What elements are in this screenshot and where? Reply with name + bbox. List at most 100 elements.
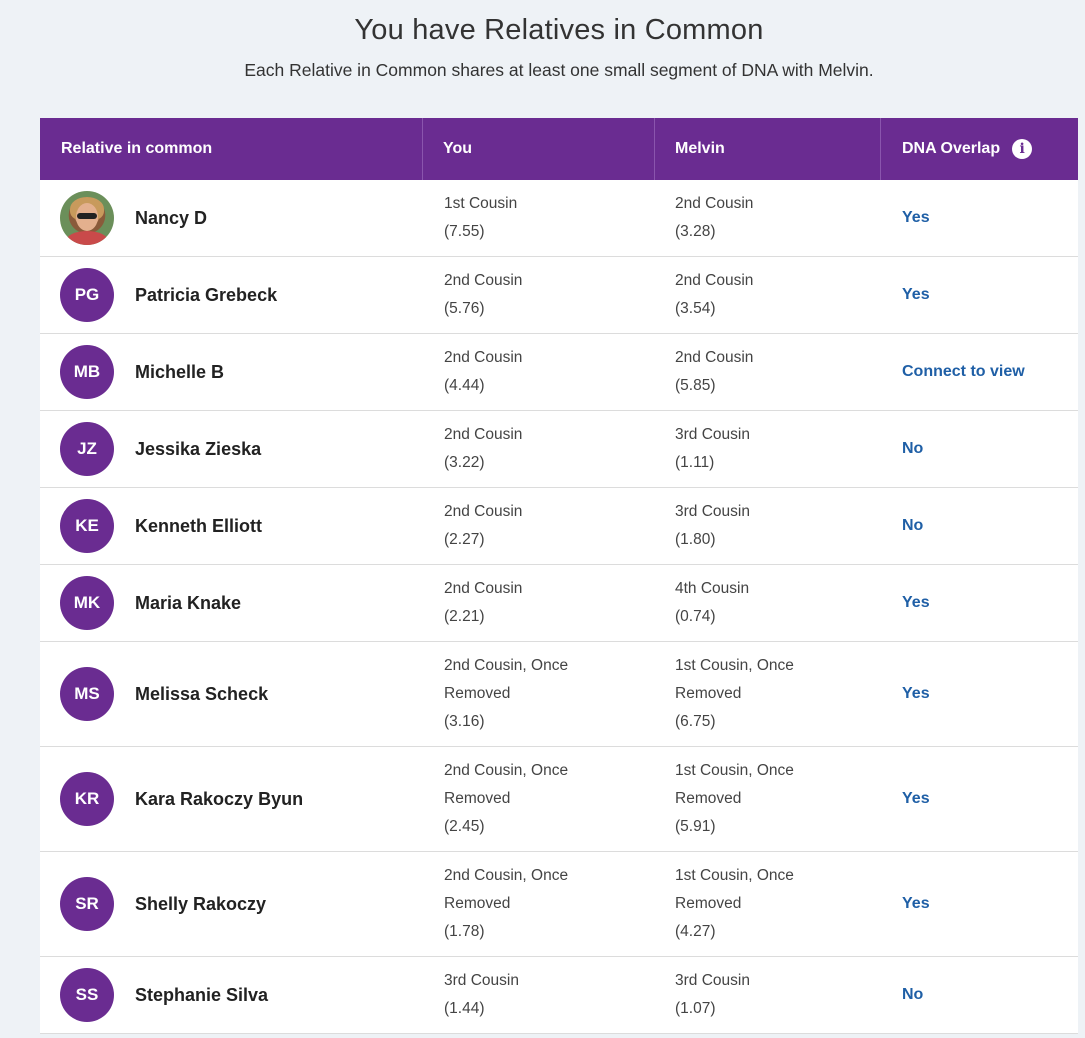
dna-overlap-cell: Yes <box>881 257 1078 333</box>
relationship-line: (3.28) <box>675 223 716 240</box>
relative-cell: JZ Jessika Zieska <box>40 411 423 487</box>
relationship-line: 2nd Cousin <box>444 349 523 366</box>
relationship-to-melvin: 2nd Cousin (3.54) <box>655 257 881 333</box>
avatar-initials[interactable]: JZ <box>60 422 114 476</box>
dna-overlap-link[interactable]: Yes <box>902 790 930 808</box>
relationship-line: 3rd Cousin <box>444 972 519 989</box>
table-row[interactable]: KR Kara Rakoczy Byun 2nd Cousin, Once Remov… <box>40 747 1078 852</box>
relative-name[interactable]: Shelly Rakoczy <box>135 894 266 915</box>
page-subtitle: Each Relative in Common shares at least … <box>244 60 874 80</box>
table-row[interactable]: SS Stephanie Silva 3rd Cousin (1.44) 3rd Cou… <box>40 957 1078 1034</box>
avatar-photo[interactable] <box>60 191 114 245</box>
relationship-to-you: 2nd Cousin (4.44) <box>423 334 655 410</box>
table-row[interactable]: KE Kenneth Elliott 2nd Cousin (2.27) 3rd Cou… <box>40 488 1078 565</box>
avatar-initials[interactable]: MB <box>60 345 114 399</box>
dna-overlap-cell: Yes <box>881 852 1078 956</box>
relationship-line: 3rd Cousin <box>675 426 750 443</box>
avatar-initials[interactable]: KR <box>60 772 114 826</box>
avatar-initials[interactable]: KE <box>60 499 114 553</box>
relationship-line: 2nd Cousin <box>444 272 523 289</box>
relative-name[interactable]: Patricia Grebeck <box>135 285 277 306</box>
relative-cell: MB Michelle B <box>40 334 423 410</box>
table-row[interactable]: SR Shelly Rakoczy 2nd Cousin, Once Removed (… <box>40 852 1078 957</box>
relationship-line: 3rd Cousin <box>675 972 750 989</box>
dna-overlap-link[interactable]: No <box>902 517 923 535</box>
table-row[interactable]: MB Michelle B 2nd Cousin (4.44) 2nd Cousin (5… <box>40 334 1078 411</box>
dna-overlap-link[interactable]: Yes <box>902 895 930 913</box>
relative-cell: Nancy D <box>40 180 423 256</box>
relationship-line: (2.45) <box>444 818 485 835</box>
relationship-line: (1.80) <box>675 531 716 548</box>
info-icon[interactable]: i <box>1012 139 1033 159</box>
dna-overlap-link[interactable]: Connect to view <box>902 363 1025 381</box>
dna-overlap-link[interactable]: Yes <box>902 594 930 612</box>
relationship-line: (1.07) <box>675 1000 716 1017</box>
relative-name[interactable]: Kenneth Elliott <box>135 516 262 537</box>
relationship-line: 1st Cousin, Once <box>675 657 794 674</box>
table-row[interactable]: PG Patricia Grebeck 2nd Cousin (5.76) 2nd Co… <box>40 257 1078 334</box>
relative-name[interactable]: Stephanie Silva <box>135 985 268 1006</box>
relationship-line: 2nd Cousin <box>444 580 523 597</box>
column-label: DNA Overlap <box>902 140 1001 157</box>
relationship-to-you: 2nd Cousin, Once Removed (1.78) <box>423 852 655 956</box>
relative-name[interactable]: Jessika Zieska <box>135 439 261 460</box>
column-label: Relative in common <box>61 140 213 157</box>
dna-overlap-cell: No <box>881 411 1078 487</box>
dna-overlap-link[interactable]: No <box>902 440 923 458</box>
relationship-line: (5.85) <box>675 377 716 394</box>
relationship-line: (1.78) <box>444 923 485 940</box>
relative-cell: KE Kenneth Elliott <box>40 488 423 564</box>
column-header-relative[interactable]: Relative in common <box>40 118 423 180</box>
relative-name[interactable]: Melissa Scheck <box>135 684 268 705</box>
relationship-line: (7.55) <box>444 223 485 240</box>
relationship-line: 4th Cousin <box>675 580 750 597</box>
dna-overlap-link[interactable]: Yes <box>902 286 930 304</box>
dna-overlap-cell: Yes <box>881 565 1078 641</box>
dna-overlap-link[interactable]: Yes <box>902 685 930 703</box>
relationship-to-you: 1st Cousin (7.55) <box>423 180 655 256</box>
relative-cell: KR Kara Rakoczy Byun <box>40 747 423 851</box>
table-row[interactable]: MS Melissa Scheck 2nd Cousin, Once Removed (… <box>40 642 1078 747</box>
relationship-line: (5.76) <box>444 300 485 317</box>
avatar-initials[interactable]: SS <box>60 968 114 1022</box>
relationship-line: 2nd Cousin <box>675 272 754 289</box>
avatar-initials[interactable]: SR <box>60 877 114 931</box>
table-row[interactable]: JZ Jessika Zieska 2nd Cousin (3.22) 3rd Cous… <box>40 411 1078 488</box>
relationship-line: Removed <box>444 790 511 807</box>
relationship-line: (3.16) <box>444 713 485 730</box>
relationship-line: (2.21) <box>444 608 485 625</box>
relationship-to-melvin: 3rd Cousin (1.80) <box>655 488 881 564</box>
relative-name[interactable]: Kara Rakoczy Byun <box>135 789 303 810</box>
relative-name[interactable]: Michelle B <box>135 362 224 383</box>
dna-overlap-cell: No <box>881 488 1078 564</box>
relationship-to-you: 2nd Cousin (2.21) <box>423 565 655 641</box>
table-row[interactable]: Nancy D 1st Cousin (7.55) 2nd Cousin (3.28) Y… <box>40 180 1078 257</box>
dna-overlap-cell: Yes <box>881 747 1078 851</box>
table-row[interactable]: MK Maria Knake 2nd Cousin (2.21) 4th Cousin (… <box>40 565 1078 642</box>
relationship-to-you: 2nd Cousin, Once Removed (3.16) <box>423 642 655 746</box>
relationship-line: 2nd Cousin <box>444 426 523 443</box>
relationship-line: Removed <box>444 895 511 912</box>
column-header-melvin[interactable]: Melvin <box>655 118 881 180</box>
avatar-initials[interactable]: MS <box>60 667 114 721</box>
relationship-line: 2nd Cousin, Once <box>444 657 569 674</box>
relationship-line: 2nd Cousin <box>444 503 523 520</box>
relationship-to-melvin: 1st Cousin, Once Removed (6.75) <box>655 642 881 746</box>
relative-name[interactable]: Maria Knake <box>135 593 241 614</box>
column-header-you[interactable]: You <box>423 118 655 180</box>
relationship-line: (6.75) <box>675 713 716 730</box>
avatar-initials[interactable]: PG <box>60 268 114 322</box>
relationship-line: 1st Cousin, Once <box>675 762 794 779</box>
dna-overlap-link[interactable]: Yes <box>902 209 930 227</box>
relationship-to-melvin: 1st Cousin, Once Removed (5.91) <box>655 747 881 851</box>
relationship-to-melvin: 4th Cousin (0.74) <box>655 565 881 641</box>
table-header: Relative in common You Melvin DNA Overla… <box>40 118 1078 180</box>
avatar-initials[interactable]: MK <box>60 576 114 630</box>
relative-name[interactable]: Nancy D <box>135 208 207 229</box>
table-body: Nancy D 1st Cousin (7.55) 2nd Cousin (3.28) Y… <box>40 180 1078 1034</box>
relationship-to-melvin: 2nd Cousin (3.28) <box>655 180 881 256</box>
relationship-line: (1.11) <box>675 454 715 471</box>
relative-cell: MS Melissa Scheck <box>40 642 423 746</box>
relationship-line: 2nd Cousin, Once <box>444 867 569 884</box>
dna-overlap-link[interactable]: No <box>902 986 923 1004</box>
